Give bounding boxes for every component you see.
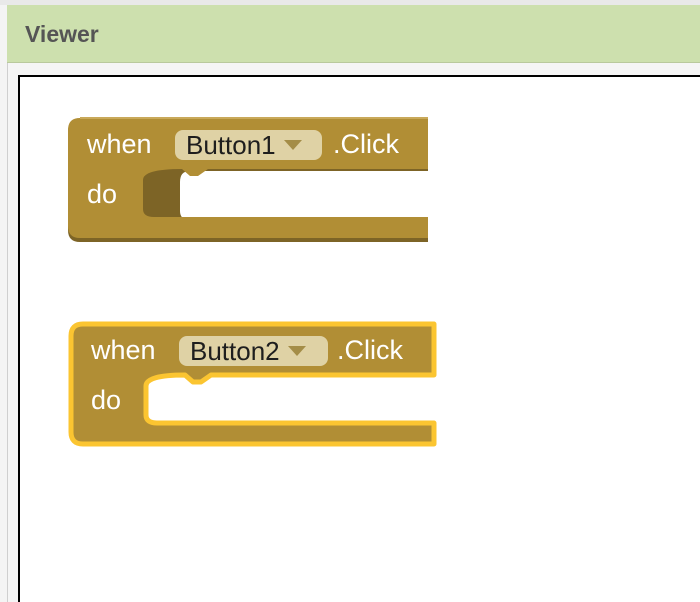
blocks-workspace[interactable]: when Button1 .Click do when Button2 .Cli…	[18, 75, 700, 602]
event-block-button1-click[interactable]: when Button1 .Click do	[68, 117, 428, 242]
left-gutter	[0, 5, 7, 602]
component-dropdown[interactable]: Button1	[175, 130, 322, 160]
event-label: .Click	[333, 129, 399, 159]
component-dropdown-value: Button1	[186, 130, 276, 160]
chevron-down-icon	[283, 140, 302, 150]
do-label: do	[91, 385, 122, 415]
when-label: when	[91, 335, 156, 365]
viewer-header: Viewer	[7, 5, 700, 63]
event-block-button2-click[interactable]: when Button2 .Click do	[68, 321, 437, 447]
component-dropdown-value: Button2	[190, 336, 280, 366]
when-label: when	[87, 129, 152, 159]
viewer-title: Viewer	[25, 21, 99, 47]
do-label: do	[87, 179, 118, 209]
chevron-down-icon	[287, 346, 306, 356]
event-label: .Click	[337, 335, 403, 365]
component-dropdown[interactable]: Button2	[179, 336, 328, 366]
